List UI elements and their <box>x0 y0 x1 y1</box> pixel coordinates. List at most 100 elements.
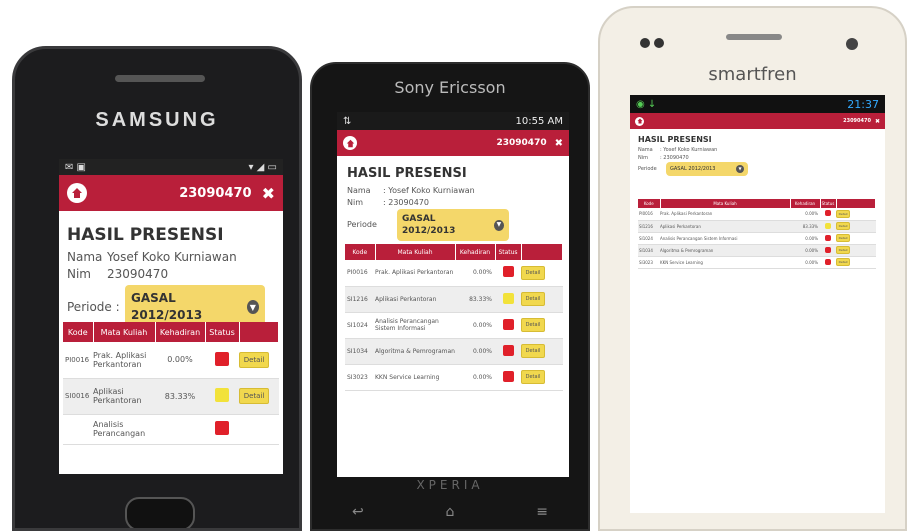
presensi-table: Kode Mata Kuliah Kehadiran Status PI0016… <box>63 322 279 445</box>
presensi-table: Kode Mata Kuliah Kehadiran Status PI0016… <box>345 244 563 391</box>
header-nim: 23090470 <box>179 185 252 201</box>
detail-button[interactable]: Detail <box>239 351 269 368</box>
cell-mata-kuliah: Prak. Aplikasi Perkantoran <box>375 260 455 287</box>
table-row: PI0016 Prak. Aplikasi Perkantoran 0.00% … <box>345 260 563 287</box>
cell-mata-kuliah: Analisis Perancangan Sistem Informasi <box>375 312 455 339</box>
cell-kehadiran: 0.00% <box>455 312 495 339</box>
header-aksi <box>836 199 876 208</box>
home-button[interactable] <box>67 183 87 203</box>
cell-kehadiran: 0.00% <box>455 364 495 391</box>
cell-kehadiran: 0.00% <box>790 244 820 257</box>
chevron-down-icon: ▼ <box>736 165 744 173</box>
table-row: SI1034 Algoritma & Pemrograman 0.00% Det… <box>345 338 563 365</box>
periode-value: GASAL 2012/2013 <box>131 291 203 322</box>
cell-kode: SI3023 <box>638 256 660 269</box>
status-red-indicator <box>502 344 514 356</box>
cell-mata-kuliah: Prak. Aplikasi Perkantoran <box>93 342 155 379</box>
status-red-indicator <box>502 370 514 382</box>
detail-button[interactable]: Detail <box>521 370 545 384</box>
page-title: HASIL PRESENSI <box>638 135 712 144</box>
status-yellow-indicator <box>502 292 514 304</box>
signal-icon: ▾ ◢ ▭ <box>248 161 277 173</box>
status-bar: ⇅ 10:55 AM <box>337 112 569 130</box>
cell-mata-kuliah: Analisis Perancangan Sistem Informasi <box>660 232 790 245</box>
table-row: SI3023 KKN Service Learning 0.00% Detail <box>638 256 876 269</box>
header-kode: Kode <box>63 322 94 342</box>
header-status: Status <box>495 244 522 260</box>
home-button[interactable] <box>635 116 644 126</box>
detail-button[interactable]: Detail <box>836 222 850 230</box>
detail-button[interactable]: Detail <box>521 292 545 306</box>
home-button[interactable] <box>343 136 357 150</box>
rear-sensor <box>846 38 858 50</box>
close-icon[interactable]: ✖ <box>875 118 880 125</box>
nama-value: : Yosef Koko Kurniawan <box>383 186 475 195</box>
nama-label: Nama <box>347 186 371 195</box>
header-kode: Kode <box>638 199 661 208</box>
nama-label: Nama <box>638 147 653 153</box>
status-red-indicator <box>825 234 831 241</box>
header-mata-kuliah: Mata Kuliah <box>93 322 156 342</box>
header-kehadiran: Kehadiran <box>155 322 206 342</box>
nim-value: 23090470 <box>107 267 169 281</box>
page-title: HASIL PRESENSI <box>347 166 467 181</box>
detail-button[interactable]: Detail <box>521 344 545 358</box>
notification-icon: ✉ ▣ <box>65 161 87 173</box>
app-header: 23090470 ✖ <box>630 113 885 129</box>
cell-kode: SI1034 <box>345 338 375 365</box>
table-row: SI1024 Analisis Perancangan Sistem Infor… <box>638 232 876 245</box>
nama-value: : Yosef Koko Kurniawan <box>660 147 718 153</box>
chevron-down-icon: ▼ <box>246 300 259 314</box>
cell-kode: PI0016 <box>345 260 375 287</box>
status-red-indicator <box>825 210 831 217</box>
periode-select[interactable]: GASAL 2012/2013 ▼ <box>666 162 748 176</box>
nim-value: : 23090470 <box>383 198 429 207</box>
header-status: Status <box>820 199 837 208</box>
detail-button[interactable]: Detail <box>836 246 850 254</box>
periode-select[interactable]: GASAL 2012/2013 ▼ <box>397 209 509 241</box>
close-icon[interactable]: ✖ <box>262 184 275 203</box>
detail-button[interactable]: Detail <box>836 258 850 266</box>
header-kehadiran: Kehadiran <box>790 199 821 208</box>
cell-kehadiran: 0.00% <box>790 208 820 221</box>
status-yellow-indicator <box>215 388 229 402</box>
table-row: SI1216 Aplikasi Perkantoran 83.33% Detai… <box>638 220 876 233</box>
status-time: 10:55 AM <box>515 115 563 127</box>
table-row: PI0016 Prak. Aplikasi Perkantoran 0.00% … <box>63 342 279 379</box>
samsung-screen: ✉ ▣ ▾ ◢ ▭ 23090470 ✖ HASIL PRESENSI Nama… <box>59 159 283 474</box>
cell-mata-kuliah: Analisis Perancangan <box>93 414 155 445</box>
cell-kehadiran <box>155 414 205 445</box>
cell-mata-kuliah: Algoritma & Pemrograman <box>660 244 790 257</box>
detail-button[interactable]: Detail <box>239 388 269 404</box>
back-icon[interactable]: ↩ <box>352 504 364 520</box>
sensor <box>654 38 664 48</box>
status-bar: ✉ ▣ ▾ ◢ ▭ <box>59 159 283 175</box>
smartfren-screen: ◉ ↓ 21:37 23090470 ✖ HASIL PRESENSI Nama… <box>630 95 885 513</box>
home-hardware-icon[interactable]: ⌂ <box>446 504 455 520</box>
detail-button[interactable]: Detail <box>836 234 850 242</box>
app-header: 23090470 ✖ <box>59 175 283 211</box>
cell-kode: SI0016 <box>63 378 93 415</box>
home-hardware-button[interactable] <box>125 497 195 528</box>
detail-button[interactable]: Detail <box>836 209 850 218</box>
status-red-indicator <box>825 258 831 265</box>
table-row: PI0016 Prak. Aplikasi Perkantoran 0.00% … <box>638 208 876 221</box>
cell-kode: SI3023 <box>345 364 375 391</box>
speaker-grille <box>115 75 205 82</box>
periode-label: Periode : <box>67 299 120 314</box>
samsung-phone: SAMSUNG ✉ ▣ ▾ ◢ ▭ 23090470 ✖ HASIL PRESE… <box>12 46 302 531</box>
cell-kode: SI1024 <box>345 312 375 339</box>
menu-icon[interactable]: ≡ <box>536 504 548 520</box>
cell-kode: SI1024 <box>638 232 660 245</box>
close-icon[interactable]: ✖ <box>555 138 563 149</box>
table-row: SI1034 Algoritma & Pemrograman 0.00% Det… <box>638 244 876 257</box>
nama-label: Nama <box>67 250 103 264</box>
cell-kehadiran: 0.00% <box>790 232 820 245</box>
detail-button[interactable]: Detail <box>521 265 545 280</box>
header-status: Status <box>205 322 240 342</box>
detail-button[interactable]: Detail <box>521 318 545 332</box>
usb-icon: ⇅ <box>343 115 352 127</box>
whatsapp-icon: ◉ ↓ <box>636 98 657 110</box>
cell-kode <box>63 414 93 445</box>
xperia-brand: XPERIA <box>416 478 484 492</box>
